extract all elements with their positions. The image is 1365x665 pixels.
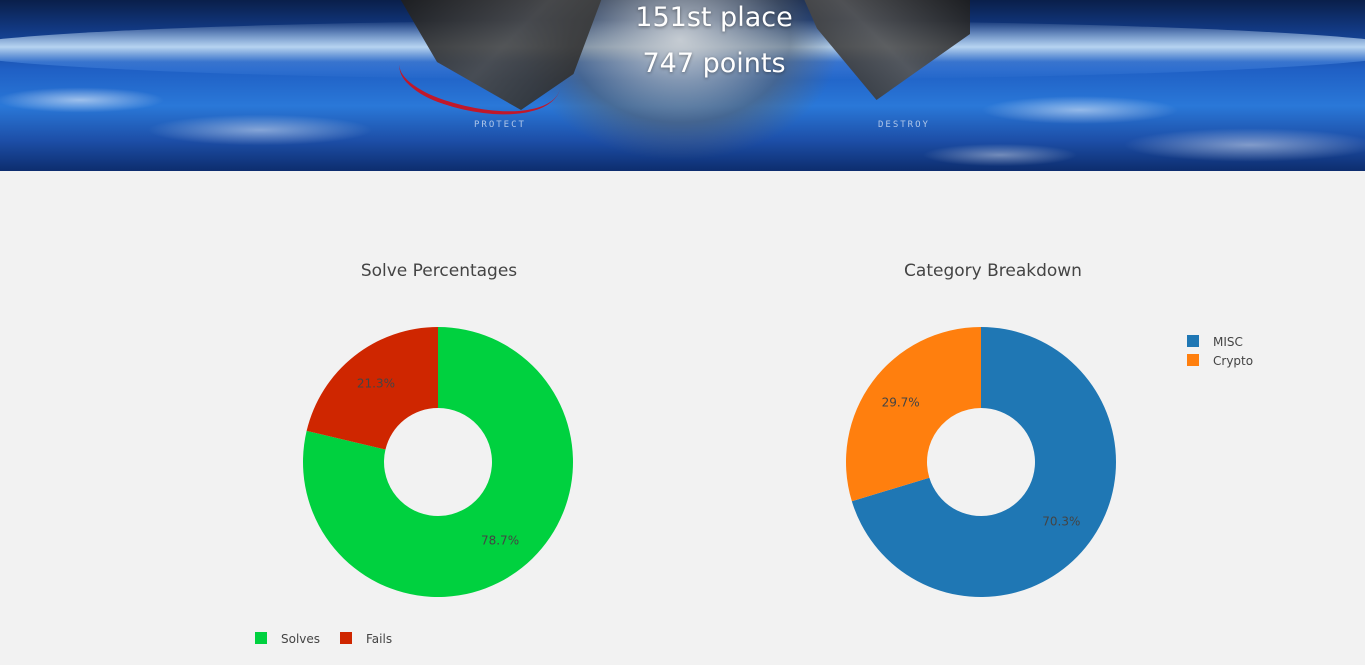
solve-slice-label-fails: 21.3% xyxy=(357,377,395,391)
category-legend-label-crypto[interactable]: Crypto xyxy=(1213,354,1253,368)
solve-slice-label-solves: 78.7% xyxy=(481,533,519,547)
category-slice-label-misc: 70.3% xyxy=(1042,515,1080,529)
charts-canvas: 78.7% 21.3% Solves Fails 70.3% 29.7% MISC Crypt… xyxy=(255,326,1253,646)
category-legend-label-misc[interactable]: MISC xyxy=(1213,335,1243,349)
category-slice-crypto[interactable] xyxy=(845,327,981,502)
category-slice-label-crypto: 29.7% xyxy=(882,395,920,409)
solve-legend-label-solves[interactable]: Solves xyxy=(281,632,320,646)
solve-legend-swatch-fails[interactable] xyxy=(340,632,352,644)
category-legend-swatch-crypto[interactable] xyxy=(1187,354,1199,366)
solve-legend-label-fails[interactable]: Fails xyxy=(366,632,392,646)
solve-legend-swatch-solves[interactable] xyxy=(255,632,267,644)
category-legend-swatch-misc[interactable] xyxy=(1187,335,1199,347)
